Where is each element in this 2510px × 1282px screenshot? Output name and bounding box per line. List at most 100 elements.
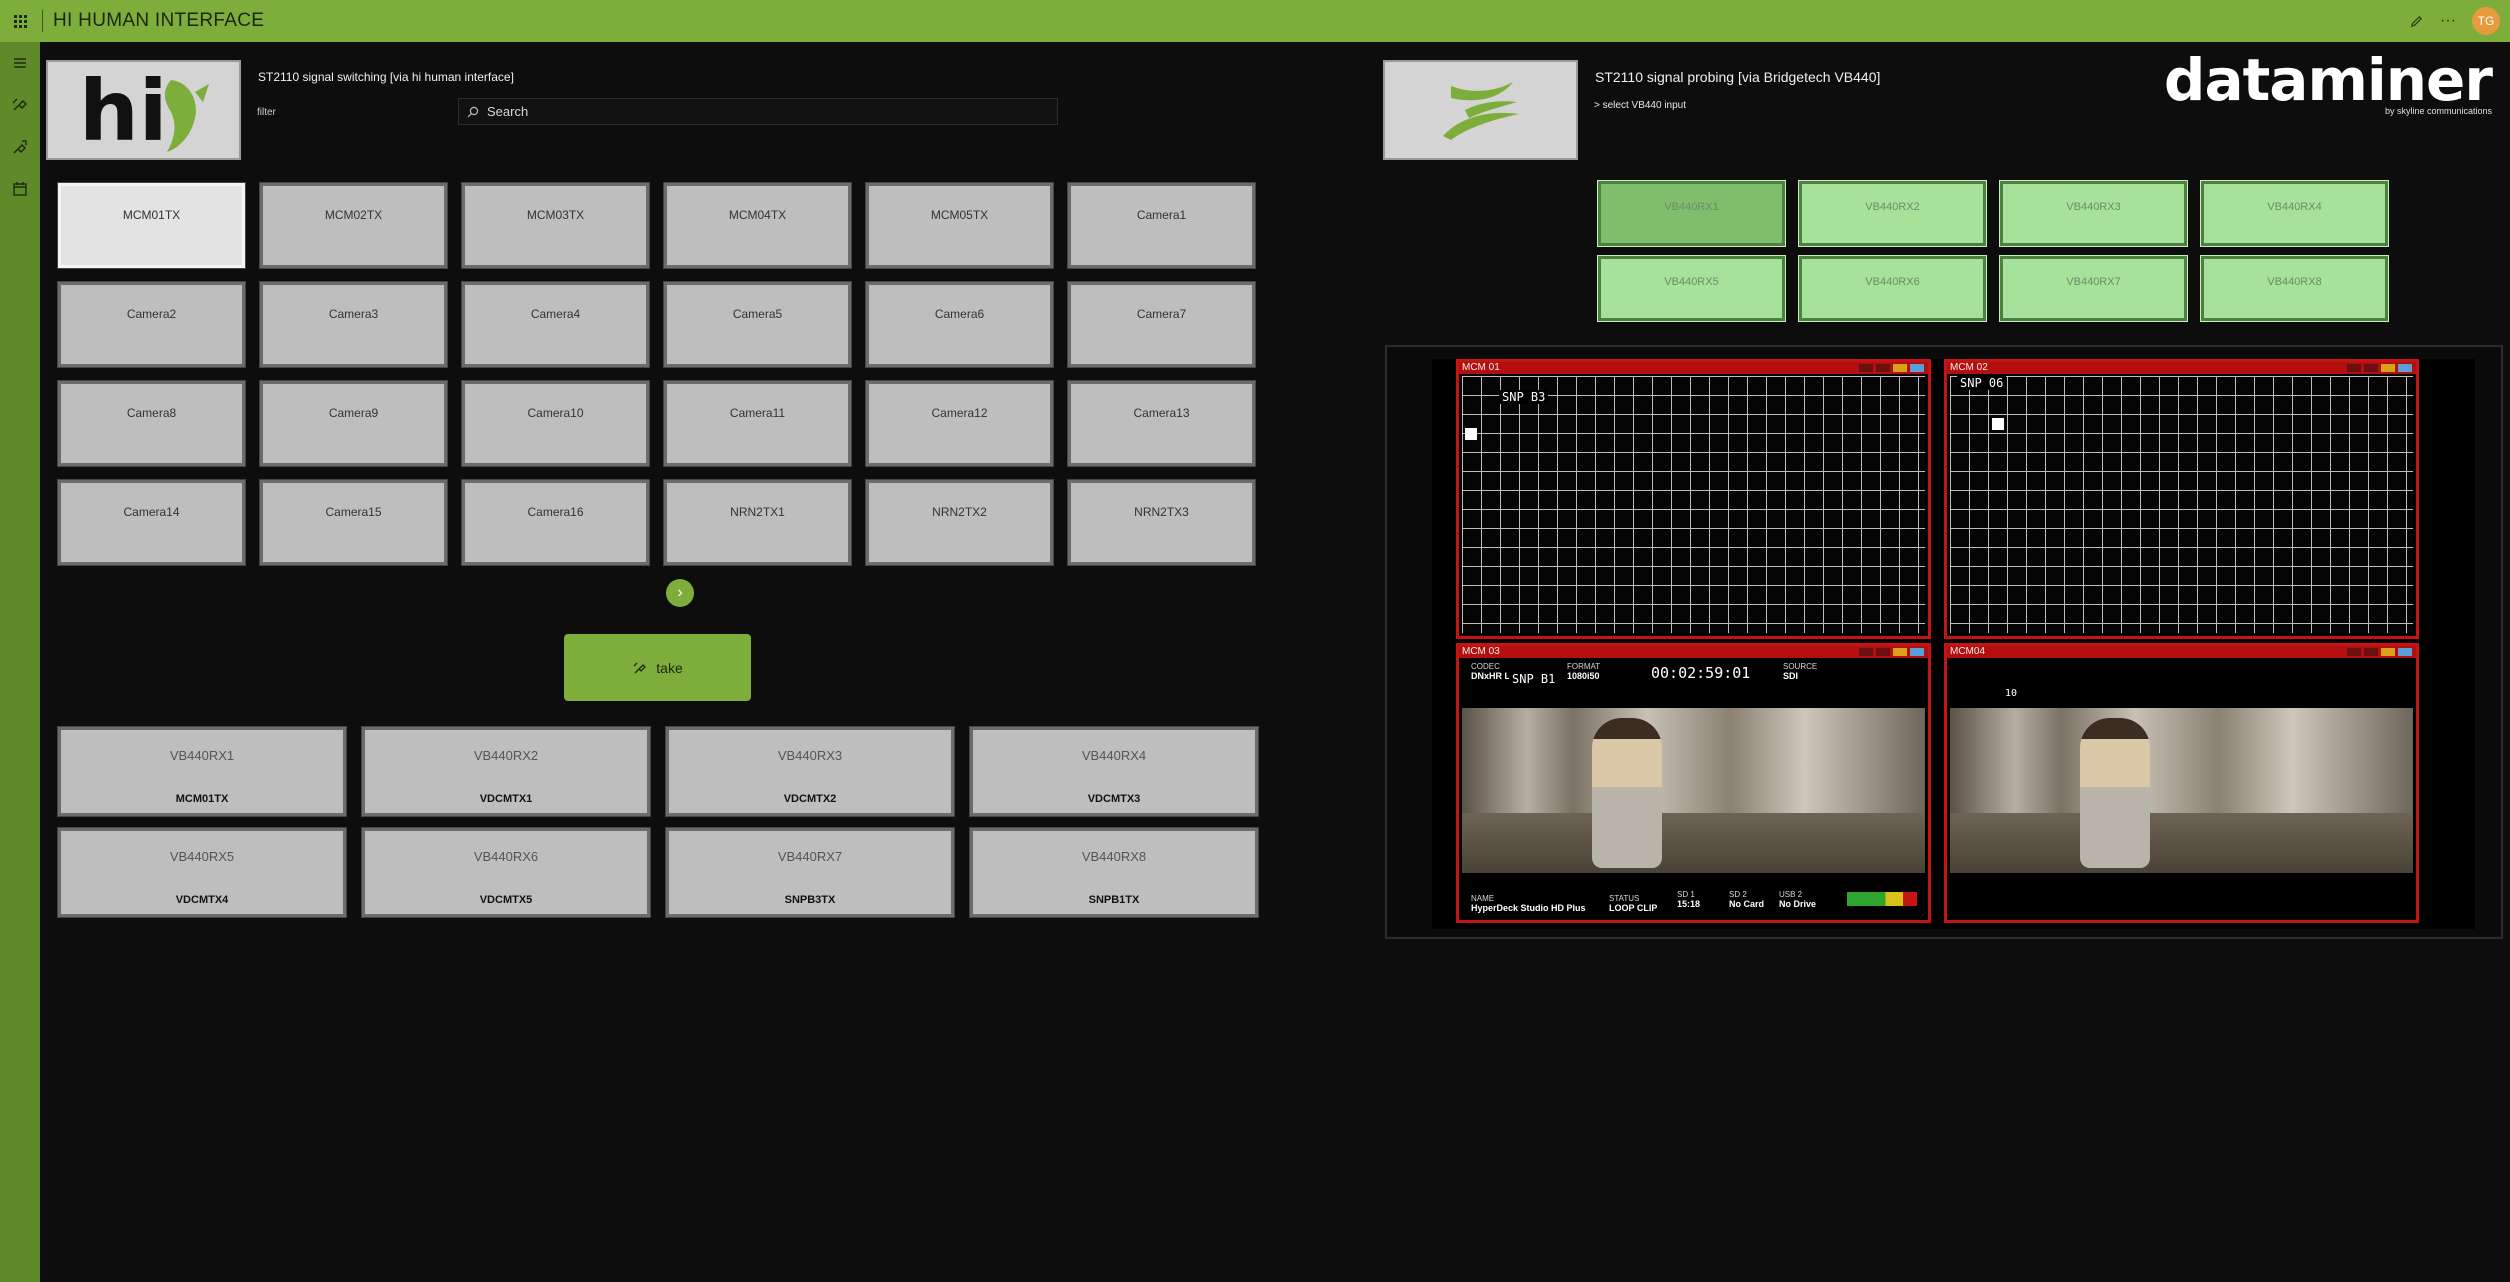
source-button[interactable]: MCM03TX (461, 182, 650, 269)
source-button[interactable]: Camera7 (1067, 281, 1256, 368)
tile-tally-bar: MCM 03 (1459, 646, 1928, 658)
schedule-page-icon[interactable] (0, 168, 40, 210)
destination-name: VB440RX1 (169, 748, 235, 763)
source-button[interactable]: Camera12 (865, 380, 1054, 467)
switch-icon (633, 662, 647, 673)
test-grid (1950, 376, 2413, 633)
app-launcher-icon[interactable] (0, 0, 40, 42)
source-button[interactable]: MCM01TX (57, 182, 246, 269)
destination-grid: VB440RX1 MCM01TX VB440RX2 VDCMTX1 VB440RX3 VD… (57, 726, 1259, 918)
dataminer-app-icon (1383, 60, 1578, 160)
destination-name: VB440RX2 (473, 748, 539, 763)
source-button[interactable]: Camera10 (461, 380, 650, 467)
probe-input-button[interactable]: VB440RX3 (1999, 180, 2188, 247)
next-page-button[interactable]: › (666, 579, 694, 607)
source-button[interactable]: Camera8 (57, 380, 246, 467)
tile-overlay: SNP 06 (1957, 376, 2007, 390)
audio-meter (1847, 892, 1917, 906)
search-icon (467, 106, 479, 117)
destination-button[interactable]: VB440RX1 MCM01TX (57, 726, 347, 817)
take-button[interactable]: take (564, 634, 751, 701)
source-button[interactable]: Camera16 (461, 479, 650, 566)
probing-page-icon[interactable] (0, 126, 40, 168)
tile-overlay: SNP B3 (1499, 390, 1549, 404)
probe-input-button[interactable]: VB440RX4 (2200, 180, 2389, 247)
source-button[interactable]: NRN2TX3 (1067, 479, 1256, 566)
destination-button[interactable]: VB440RX6 VDCMTX5 (361, 827, 651, 918)
destination-button[interactable]: VB440RX4 VDCMTX3 (969, 726, 1259, 817)
probe-input-button[interactable]: VB440RX1 (1597, 180, 1786, 247)
hud-usb: USB 2 No Drive (1779, 890, 1817, 909)
dataminer-wordmark: dataminer (2163, 46, 2493, 114)
source-button[interactable]: Camera13 (1067, 380, 1256, 467)
search-input[interactable]: Search (458, 98, 1058, 125)
dataminer-logo: dataminer by skyline communications (2163, 46, 2493, 116)
tile-overlay: 10 (2002, 688, 2021, 699)
multiviewer-panel: MCM 01 SNP B3 MCM 02 SNP 06 MCM 03 CODEC… (1385, 345, 2503, 939)
probe-input-button[interactable]: VB440RX6 (1798, 255, 1987, 322)
destination-button[interactable]: VB440RX5 VDCMTX4 (57, 827, 347, 918)
filter-label: filter (257, 107, 276, 118)
destination-current-source: SNPB1TX (1088, 894, 1140, 906)
video-frame (1950, 708, 2413, 873)
destination-current-source: MCM01TX (175, 793, 229, 805)
top-bar: HI HUMAN INTERFACE ··· TG (0, 0, 2510, 42)
sync-marker (1465, 428, 1477, 440)
destination-name: VB440RX6 (473, 849, 539, 864)
source-button[interactable]: MCM05TX (865, 182, 1054, 269)
destination-button[interactable]: VB440RX7 SNPB3TX (665, 827, 955, 918)
probe-input-button[interactable]: VB440RX5 (1597, 255, 1786, 322)
tile-label: MCM 03 (1462, 646, 1500, 657)
destination-name: VB440RX3 (777, 748, 843, 763)
tile-label: MCM04 (1950, 646, 1986, 657)
source-button[interactable]: MCM02TX (259, 182, 448, 269)
source-button[interactable]: Camera3 (259, 281, 448, 368)
app-title: HI HUMAN INTERFACE (53, 10, 265, 31)
source-button[interactable]: Camera2 (57, 281, 246, 368)
destination-current-source: VDCMTX2 (783, 793, 837, 805)
source-button[interactable]: Camera15 (259, 479, 448, 566)
destination-button[interactable]: VB440RX8 SNPB1TX (969, 827, 1259, 918)
mv-tile: MCM 01 SNP B3 (1456, 359, 1931, 639)
destination-current-source: VDCMTX5 (479, 894, 533, 906)
source-button[interactable]: Camera14 (57, 479, 246, 566)
switching-page-icon[interactable] (0, 84, 40, 126)
source-button[interactable]: NRN2TX1 (663, 479, 852, 566)
hud-status: STATUS LOOP CLIP (1609, 894, 1658, 913)
destination-button[interactable]: VB440RX2 VDCMTX1 (361, 726, 651, 817)
sync-marker (1992, 418, 2004, 430)
svg-text:hi: hi (79, 62, 168, 158)
tile-overlay: SNP B1 (1509, 672, 1559, 686)
destination-name: VB440RX8 (1081, 849, 1147, 864)
probe-input-button[interactable]: VB440RX2 (1798, 180, 1987, 247)
source-button[interactable]: NRN2TX2 (865, 479, 1054, 566)
search-placeholder: Search (487, 104, 529, 119)
source-grid: MCM01TX MCM02TX MCM03TX MCM04TX MCM05TX Camer… (57, 182, 1256, 566)
hud-sd1: SD 1 15:18 (1677, 890, 1701, 909)
probe-input-button[interactable]: VB440RX7 (1999, 255, 2188, 322)
source-button[interactable]: Camera5 (663, 281, 852, 368)
hamburger-menu-icon[interactable] (0, 42, 40, 84)
chevron-right-icon: › (677, 584, 683, 601)
source-button[interactable]: Camera6 (865, 281, 1054, 368)
mv-tile: MCM 03 CODEC DNxHR LB FORMAT 1080i50 00:02… (1456, 643, 1931, 923)
edit-icon[interactable] (2400, 0, 2432, 42)
source-button[interactable]: Camera4 (461, 281, 650, 368)
destination-name: VB440RX7 (777, 849, 843, 864)
video-frame (1462, 708, 1925, 873)
tile-label: MCM 02 (1950, 362, 1988, 373)
switching-title: ST2110 signal switching [via hi human in… (258, 70, 514, 84)
tile-tally-bar: MCM04 (1947, 646, 2416, 658)
source-button[interactable]: Camera11 (663, 380, 852, 467)
probe-input-button[interactable]: VB440RX8 (2200, 255, 2389, 322)
source-button[interactable]: MCM04TX (663, 182, 852, 269)
source-button[interactable]: Camera9 (259, 380, 448, 467)
destination-button[interactable]: VB440RX3 VDCMTX2 (665, 726, 955, 817)
title-separator (42, 10, 43, 32)
destination-name: VB440RX4 (1081, 748, 1147, 763)
more-options-icon[interactable]: ··· (2432, 0, 2464, 42)
hud-format: FORMAT 1080i50 (1567, 662, 1601, 681)
source-button[interactable]: Camera1 (1067, 182, 1256, 269)
hi-logo: hi (46, 60, 241, 160)
user-avatar[interactable]: TG (2472, 7, 2500, 35)
